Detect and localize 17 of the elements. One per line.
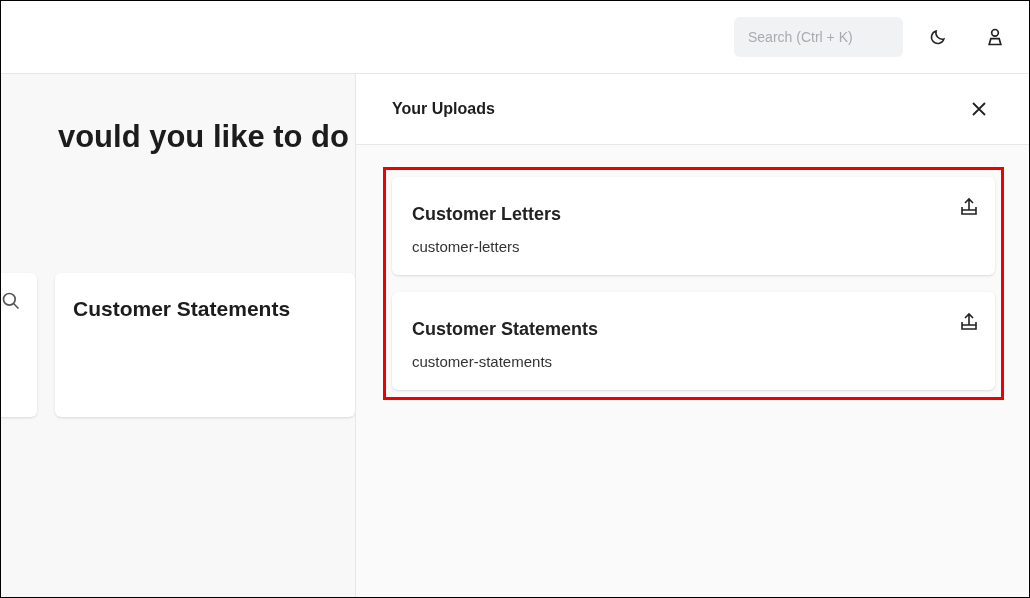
upload-card[interactable]: Customer Letters customer-letters: [392, 177, 995, 275]
card-title: Customer Statements: [73, 295, 291, 322]
search-field[interactable]: Search (Ctrl + K): [734, 17, 903, 57]
close-button[interactable]: [971, 101, 987, 117]
upload-title: Customer Letters: [412, 203, 562, 226]
upload-slug: customer-letters: [412, 237, 520, 257]
card-background[interactable]: Customer Statements: [55, 272, 355, 417]
upload-title: Customer Statements: [412, 318, 599, 341]
upload-icon[interactable]: [959, 197, 979, 217]
page-heading: vould you like to do: [57, 118, 349, 156]
panel-title: Your Uploads: [392, 99, 495, 119]
moon-icon[interactable]: [929, 28, 947, 46]
user-icon[interactable]: [985, 27, 1005, 47]
upload-icon[interactable]: [959, 312, 979, 332]
upload-card[interactable]: Customer Statements customer-statements: [392, 292, 995, 390]
search-icon[interactable]: [1, 290, 21, 311]
upload-slug: customer-statements: [412, 352, 553, 372]
